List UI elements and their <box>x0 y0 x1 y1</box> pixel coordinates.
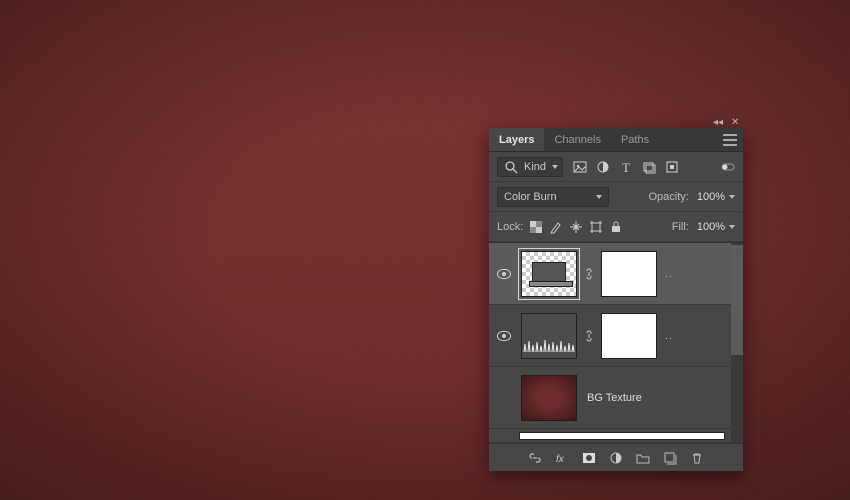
filter-adjustment-icon[interactable] <box>596 160 610 174</box>
delete-layer-icon[interactable] <box>690 451 704 465</box>
grass-thumbnail-icon <box>522 338 578 352</box>
svg-text:fx: fx <box>556 454 565 465</box>
fill-label: Fill: <box>672 221 689 233</box>
visibility-toggle[interactable] <box>493 331 515 341</box>
filter-pixel-icon[interactable] <box>573 160 587 174</box>
collapse-panel-icon[interactable]: ◂◂ <box>713 117 723 128</box>
lock-label: Lock: <box>497 221 523 233</box>
new-group-icon[interactable] <box>636 451 650 465</box>
fill-value: 100% <box>697 221 725 233</box>
filter-smartobject-icon[interactable] <box>665 160 679 174</box>
lock-row: Lock: Fill: 100% <box>489 212 743 242</box>
lock-transparency-icon[interactable] <box>529 220 543 234</box>
filter-toggle-icon[interactable] <box>721 160 735 174</box>
svg-text:T: T <box>622 160 630 174</box>
chevron-down-icon <box>729 195 735 199</box>
lock-pixels-icon[interactable] <box>549 220 563 234</box>
layer-overflow-icon: .. <box>665 268 673 280</box>
scrollbar-thumb[interactable] <box>731 245 743 355</box>
tab-channels[interactable]: Channels <box>544 128 610 151</box>
link-layers-icon[interactable] <box>528 451 542 465</box>
layer-thumbnail[interactable] <box>521 251 577 297</box>
tab-layers[interactable]: Layers <box>489 128 544 151</box>
layer-effects-icon[interactable]: fx <box>555 451 569 465</box>
opacity-value: 100% <box>697 191 725 203</box>
lock-position-icon[interactable] <box>569 220 583 234</box>
eye-icon <box>497 269 511 279</box>
layer-row[interactable]: .. <box>489 243 731 305</box>
filter-row: Kind T <box>489 152 743 182</box>
layer-row[interactable] <box>489 429 731 443</box>
fill-input[interactable]: 100% <box>695 221 735 233</box>
lock-all-icon[interactable] <box>609 220 623 234</box>
chevron-down-icon <box>596 195 602 199</box>
layer-thumbnail[interactable] <box>521 313 577 359</box>
panel-tabs: Layers Channels Paths <box>489 128 743 152</box>
visibility-toggle[interactable] <box>493 269 515 279</box>
lock-artboard-icon[interactable] <box>589 220 603 234</box>
layer-row[interactable]: .. <box>489 305 731 367</box>
chevron-down-icon <box>729 225 735 229</box>
blend-row: Color Burn Opacity: 100% <box>489 182 743 212</box>
filter-kind-dropdown[interactable]: Kind <box>497 157 563 177</box>
layer-overflow-icon: .. <box>665 330 673 342</box>
opacity-input[interactable]: 100% <box>695 191 735 203</box>
panel-controls: ◂◂ ✕ <box>713 117 739 128</box>
mask-link-icon[interactable] <box>583 329 595 343</box>
filter-type-icon[interactable]: T <box>619 160 633 174</box>
filter-kind-label: Kind <box>524 161 546 173</box>
panel-menu-icon[interactable] <box>723 134 737 146</box>
blend-mode-dropdown[interactable]: Color Burn <box>497 187 609 207</box>
tab-paths[interactable]: Paths <box>611 128 659 151</box>
layer-mask-thumbnail[interactable] <box>601 313 657 359</box>
search-icon <box>504 160 518 174</box>
add-mask-icon[interactable] <box>582 451 596 465</box>
layer-mask-thumbnail[interactable] <box>601 251 657 297</box>
layers-bottom-toolbar: fx <box>489 443 743 471</box>
filter-shape-icon[interactable] <box>642 160 656 174</box>
close-panel-icon[interactable]: ✕ <box>731 117 739 128</box>
adjustment-layer-icon[interactable] <box>609 451 623 465</box>
layers-panel: Layers Channels Paths Kind T Color Burn … <box>489 128 743 471</box>
new-layer-icon[interactable] <box>663 451 677 465</box>
layers-list: .. .. BG Texture <box>489 242 743 443</box>
layers-scrollbar[interactable] <box>731 243 743 443</box>
layer-name[interactable]: BG Texture <box>587 392 725 404</box>
eye-icon <box>497 331 511 341</box>
layer-row[interactable]: BG Texture <box>489 367 731 429</box>
layer-thumbnail[interactable] <box>519 432 725 440</box>
opacity-label: Opacity: <box>649 191 689 203</box>
filter-type-icons: T <box>573 160 679 174</box>
chevron-down-icon <box>552 165 558 169</box>
mask-link-icon[interactable] <box>583 267 595 281</box>
layer-thumbnail[interactable] <box>521 375 577 421</box>
blend-mode-value: Color Burn <box>504 191 557 203</box>
